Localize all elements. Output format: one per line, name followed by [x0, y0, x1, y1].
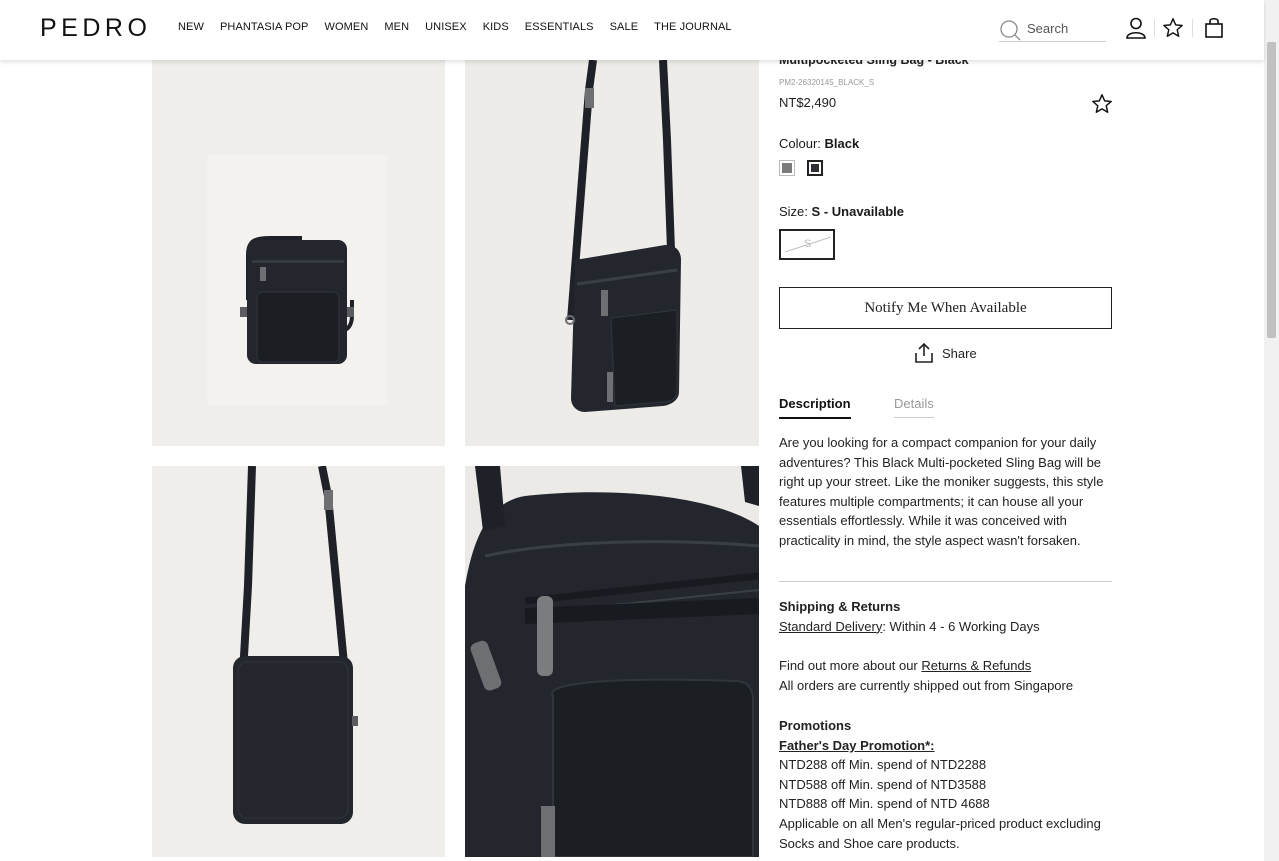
promo-title: Father's Day Promotion*:: [779, 737, 935, 753]
size-label: Size:: [779, 204, 808, 219]
product-image-back[interactable]: [152, 466, 445, 857]
site-header: PEDRO NEW PHANTASIA POP WOMEN MEN UNISEX…: [0, 0, 1264, 60]
returns-refunds-link[interactable]: Returns & Refunds: [921, 658, 1031, 673]
search-icon[interactable]: [999, 19, 1021, 41]
main-nav: NEW PHANTASIA POP WOMEN MEN UNISEX KIDS …: [178, 21, 732, 33]
promotions-heading: Promotions: [779, 718, 852, 733]
nav-item-essentials[interactable]: ESSENTIALS: [525, 21, 594, 33]
share-button[interactable]: Share: [914, 342, 977, 364]
promo-line: NTD288 off Min. spend of NTD2288: [779, 757, 987, 773]
product-price: NT$2,490: [779, 95, 837, 110]
promo-note: Applicable on all Men's regular-priced p…: [779, 815, 1101, 851]
nav-item-women[interactable]: WOMEN: [324, 21, 368, 33]
search-box: [999, 18, 1106, 42]
promo-line: NTD588 off Min. spend of NTD3588: [779, 776, 987, 792]
share-label: Share: [942, 345, 977, 361]
shipping-heading: Shipping & Returns: [779, 599, 901, 614]
header-divider: [1192, 19, 1193, 37]
product-sku: PM2-26320145_BLACK_S: [779, 78, 875, 87]
shopping-bag-icon[interactable]: [1204, 17, 1224, 39]
shipping-section: Shipping & Returns Standard Delivery: Wi…: [779, 597, 1112, 636]
nav-item-the-journal[interactable]: THE JOURNAL: [654, 21, 732, 33]
tab-description[interactable]: Description: [779, 396, 851, 419]
standard-delivery-link[interactable]: Standard Delivery: [779, 619, 882, 634]
account-icon[interactable]: [1125, 17, 1147, 39]
search-input[interactable]: [1027, 21, 1105, 36]
colour-swatch-black[interactable]: [807, 160, 823, 176]
tab-details[interactable]: Details: [894, 396, 934, 418]
nav-item-phantasia-pop[interactable]: PHANTASIA POP: [220, 21, 309, 33]
promotions-section: Promotions Father's Day Promotion*: NTD2…: [779, 716, 1112, 853]
section-divider: [779, 581, 1112, 582]
nav-item-new[interactable]: NEW: [178, 21, 204, 33]
size-option-label: S: [804, 238, 812, 250]
add-to-wishlist-icon[interactable]: [1091, 93, 1113, 115]
nav-item-unisex[interactable]: UNISEX: [425, 21, 467, 33]
ships-from-text: All orders are currently shipped out fro…: [779, 677, 1074, 693]
delivery-time: : Within 4 - 6 Working Days: [882, 618, 1040, 634]
nav-item-kids[interactable]: KIDS: [483, 21, 509, 33]
brand-logo[interactable]: PEDRO: [40, 14, 151, 43]
nav-item-sale[interactable]: SALE: [610, 21, 639, 33]
size-value: S - Unavailable: [811, 204, 905, 219]
page-scrollbar[interactable]: [1264, 0, 1279, 861]
colour-value: Black: [824, 136, 860, 151]
nav-item-men[interactable]: MEN: [384, 21, 409, 33]
product-image-side[interactable]: [465, 60, 759, 446]
promo-line: NTD888 off Min. spend of NTD 4688: [779, 796, 990, 812]
notify-me-button[interactable]: Notify Me When Available: [779, 287, 1112, 329]
colour-swatch-grey[interactable]: [779, 160, 795, 176]
share-icon: [915, 342, 933, 363]
wishlist-icon[interactable]: [1162, 17, 1184, 39]
scrollbar-thumb[interactable]: [1267, 42, 1276, 338]
size-option-s[interactable]: S: [779, 229, 835, 260]
product-image-closeup[interactable]: [465, 466, 759, 857]
size-row: Size: S - Unavailable: [779, 204, 1112, 219]
colour-label: Colour:: [779, 136, 821, 151]
returns-section: Find out more about our Returns & Refund…: [779, 656, 1112, 695]
product-image-front[interactable]: [152, 60, 445, 446]
returns-prefix: Find out more about our: [779, 658, 922, 673]
colour-row: Colour: Black: [779, 136, 1112, 151]
product-description: Are you looking for a compact companion …: [779, 435, 1104, 548]
header-divider: [1154, 19, 1155, 37]
